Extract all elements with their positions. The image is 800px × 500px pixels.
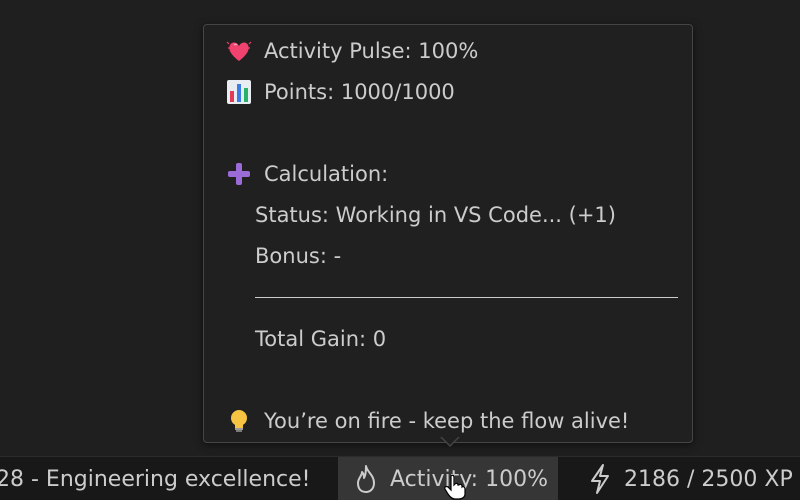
- plus-icon: [226, 161, 252, 187]
- status-bar: 28 - Engineering excellence! Activity: 1…: [0, 456, 800, 500]
- total-row: Total Gain: 0: [255, 325, 386, 353]
- points-row: Points: 1000/1000: [226, 78, 455, 106]
- points-text: Points: 1000/1000: [264, 80, 455, 104]
- bar-chart-icon: [226, 79, 252, 105]
- xp-status-text: 2186 / 2500 XP: [624, 466, 793, 492]
- status-text: Status: Working in VS Code... (+1): [255, 203, 616, 227]
- status-bar-message-text: 28 - Engineering excellence!: [0, 466, 311, 492]
- flame-icon: [352, 463, 380, 495]
- vscode-window: Activity Pulse: 100% Points: 1000/1000 C…: [0, 0, 800, 500]
- hand-cursor-icon: [444, 474, 466, 500]
- activity-hover-tooltip: Activity Pulse: 100% Points: 1000/1000 C…: [203, 24, 693, 443]
- total-text: Total Gain: 0: [255, 327, 387, 351]
- beating-heart-icon: [226, 38, 252, 64]
- light-bulb-icon: [226, 408, 252, 434]
- xp-status-item[interactable]: 2186 / 2500 XP: [586, 457, 793, 500]
- pulse-row: Activity Pulse: 100%: [226, 37, 478, 65]
- tooltip-pointer-fill: [441, 436, 459, 445]
- bonus-row: Bonus: -: [255, 242, 341, 270]
- activity-status-text: Activity: 100%: [390, 466, 548, 492]
- calculation-title: Calculation:: [264, 162, 389, 186]
- tip-row: You’re on fire - keep the flow alive!: [226, 407, 629, 435]
- bonus-text: Bonus: -: [255, 244, 342, 268]
- pulse-text: Activity Pulse: 100%: [264, 39, 479, 63]
- status-row: Status: Working in VS Code... (+1): [255, 201, 616, 229]
- lightning-icon: [586, 463, 614, 495]
- calculation-divider: [255, 297, 678, 298]
- status-bar-message[interactable]: 28 - Engineering excellence!: [0, 457, 310, 500]
- calculation-row: Calculation:: [226, 160, 388, 188]
- tip-text: You’re on fire - keep the flow alive!: [264, 409, 630, 433]
